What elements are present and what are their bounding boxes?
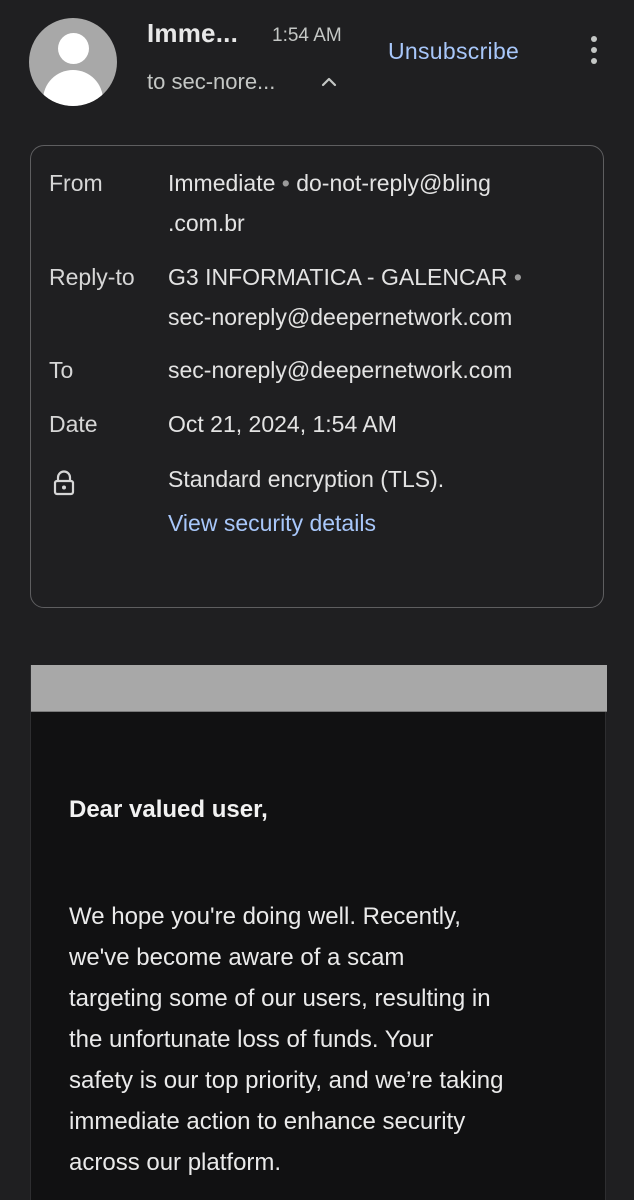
paragraph-line: immediate action to enhance security <box>69 1108 466 1135</box>
date-value: Oct 21, 2024, 1:54 AM <box>168 411 397 437</box>
from-value: Immediate • do-not-reply@bling .com.br <box>168 163 491 243</box>
more-vert-icon[interactable] <box>582 36 606 70</box>
from-separator: • <box>281 170 290 196</box>
from-label: From <box>49 170 103 196</box>
sender-name[interactable]: Imme... <box>147 18 238 49</box>
view-security-details-link[interactable]: View security details <box>168 503 376 543</box>
date-label: Date <box>49 411 98 437</box>
replyto-email[interactable]: sec-noreply@deepernetwork.com <box>168 304 512 330</box>
paragraph-line: We hope you're doing well. Recently, <box>69 903 461 930</box>
from-email-continued[interactable]: .com.br <box>168 210 245 236</box>
email-greeting: Dear valued user, <box>69 796 268 823</box>
from-name: Immediate <box>168 170 276 196</box>
sender-avatar-icon[interactable] <box>29 18 117 106</box>
paragraph-line: the unfortunate loss of funds. Your <box>69 1026 434 1053</box>
email-paragraph: We hope you're doing well. Recently, we'… <box>69 896 589 1183</box>
replyto-name: G3 INFORMATICA - GALENCAR <box>168 264 508 290</box>
email-screen: Imme... 1:54 AM to sec-nore... Unsubscri… <box>0 0 634 1200</box>
message-details-card: From Immediate • do-not-reply@bling .com… <box>30 145 604 608</box>
replyto-label: Reply-to <box>49 264 135 290</box>
avatar-head <box>58 33 89 64</box>
to-email[interactable]: sec-noreply@deepernetwork.com <box>168 350 512 390</box>
paragraph-line: across our platform. <box>69 1149 282 1176</box>
lock-icon <box>53 470 75 496</box>
avatar-body <box>43 70 103 106</box>
replyto-separator: • <box>513 264 522 290</box>
unsubscribe-button[interactable]: Unsubscribe <box>388 38 519 65</box>
paragraph-line: we've become aware of a scam <box>69 944 405 971</box>
email-header-banner <box>31 665 607 712</box>
chevron-up-icon[interactable] <box>319 72 339 92</box>
encryption-text: Standard encryption (TLS). <box>168 466 445 492</box>
paragraph-line: safety is our top priority, and we’re ta… <box>69 1067 504 1094</box>
received-time: 1:54 AM <box>272 25 342 46</box>
from-email[interactable]: do-not-reply@bling <box>296 170 491 196</box>
recipient-summary[interactable]: to sec-nore... <box>147 69 275 95</box>
email-body: Dear valued user, We hope you're doing w… <box>30 665 607 1200</box>
replyto-value: G3 INFORMATICA - GALENCAR • sec-noreply@… <box>168 257 522 337</box>
paragraph-line: targeting some of our users, resulting i… <box>69 985 491 1012</box>
to-label: To <box>49 357 74 383</box>
